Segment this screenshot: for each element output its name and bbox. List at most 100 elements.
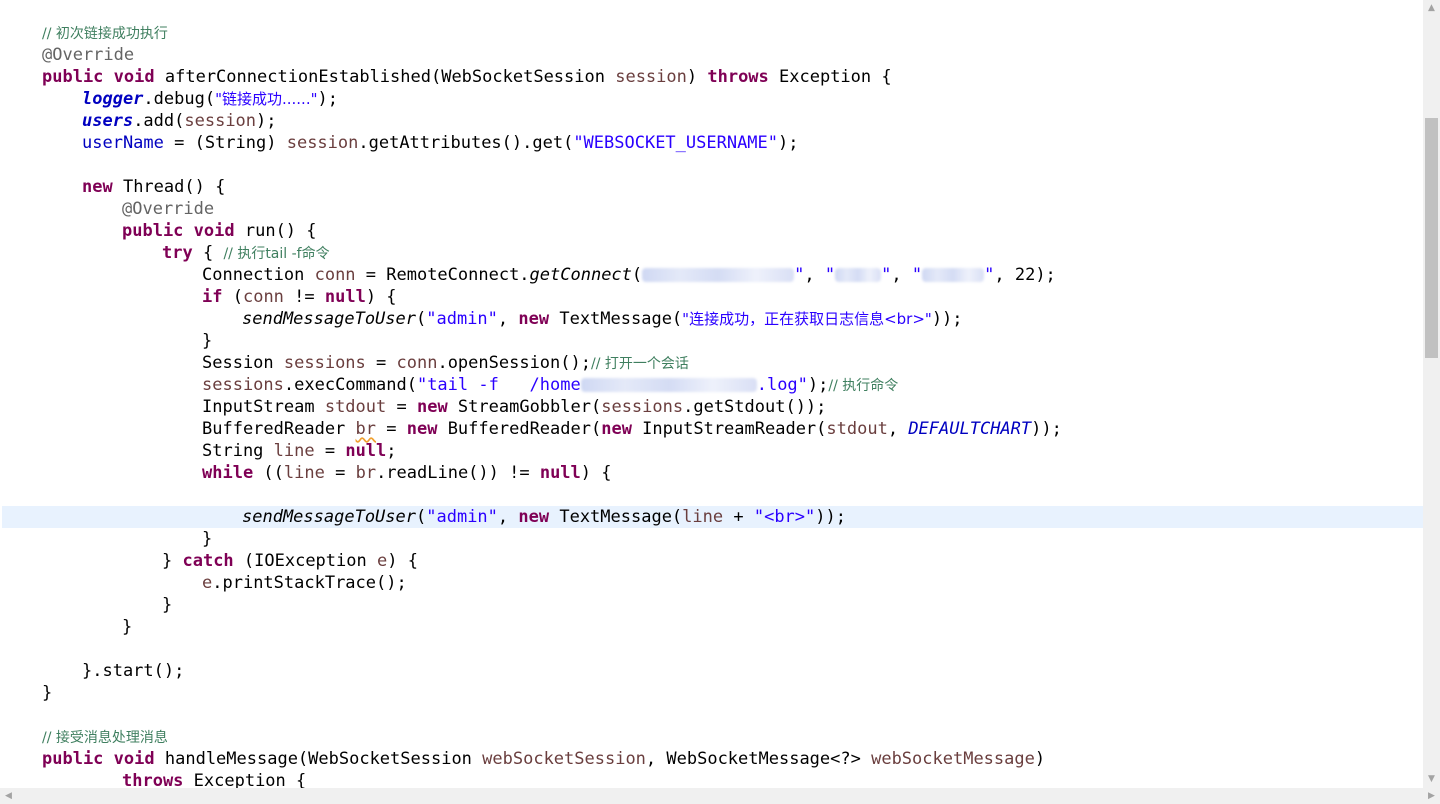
code-text: } bbox=[42, 683, 53, 703]
keyword: if bbox=[202, 287, 223, 307]
keyword: new bbox=[601, 419, 632, 439]
horizontal-scrollbar[interactable]: ◀ ▶ bbox=[0, 788, 1440, 804]
code-text: , bbox=[887, 419, 909, 439]
code-text: ) { bbox=[580, 463, 612, 483]
current-line-highlight[interactable]: sendMessageToUser("admin", new TextMessa… bbox=[2, 506, 1423, 528]
comment: // 执行命令 bbox=[828, 378, 899, 394]
comment: // 初次链接成功执行 bbox=[42, 26, 168, 42]
code-text: ( bbox=[222, 287, 243, 307]
code-line: new Thread() { bbox=[2, 176, 1423, 198]
local-variable-warning[interactable]: br bbox=[356, 419, 376, 439]
keyword: null bbox=[539, 463, 581, 483]
code-text: Session bbox=[202, 353, 284, 373]
code-text: Connection bbox=[202, 265, 315, 285]
keyword: public bbox=[42, 749, 104, 769]
code-line: if (conn != null) { bbox=[2, 286, 1423, 308]
keyword: null bbox=[324, 287, 366, 307]
comment: // 打开一个会话 bbox=[590, 356, 689, 372]
code-line: } bbox=[2, 330, 1423, 352]
code-line: } bbox=[2, 682, 1423, 704]
redacted-host bbox=[642, 268, 795, 282]
code-text: InputStream bbox=[202, 397, 325, 417]
keyword: void bbox=[113, 67, 155, 87]
code-text: )); bbox=[931, 309, 963, 329]
static-field: users bbox=[82, 111, 134, 131]
keyword: new bbox=[82, 177, 113, 197]
code-text: run() { bbox=[234, 221, 317, 241]
code-text: (IOException bbox=[233, 551, 377, 571]
code-line: } catch (IOException e) { bbox=[2, 550, 1423, 572]
string-quote: " bbox=[911, 265, 923, 285]
code-text: { bbox=[192, 243, 224, 263]
code-text: ( bbox=[416, 507, 427, 527]
parameter: webSocketSession bbox=[482, 749, 646, 769]
code-text: .readLine()) != bbox=[376, 463, 540, 483]
code-text: .getStdout()); bbox=[683, 397, 827, 417]
keyword: public bbox=[42, 67, 104, 87]
code-text: = RemoteConnect. bbox=[355, 265, 530, 285]
code-text: BufferedReader( bbox=[437, 419, 602, 439]
local-variable: sessions bbox=[283, 353, 366, 373]
code-line: Session sessions = conn.openSession();//… bbox=[2, 352, 1423, 374]
parameter: webSocketMessage bbox=[871, 749, 1035, 769]
code-line: InputStream stdout = new StreamGobbler(s… bbox=[2, 396, 1423, 418]
vertical-scroll-thumb[interactable] bbox=[1425, 118, 1438, 358]
code-line: BufferedReader br = new BufferedReader(n… bbox=[2, 418, 1423, 440]
code-text: , bbox=[497, 309, 519, 329]
code-text: ) { bbox=[365, 287, 397, 307]
code-text: TextMessage( bbox=[549, 507, 683, 527]
code-text: .openSession(); bbox=[437, 353, 591, 373]
code-text: ); bbox=[778, 133, 799, 153]
code-line: try { // 执行tail -f命令 bbox=[2, 242, 1423, 264]
string-quote: " bbox=[824, 265, 836, 285]
redacted-password bbox=[922, 268, 985, 282]
method-name: afterConnectionEstablished(WebSocketSess… bbox=[164, 67, 616, 87]
keyword: throws bbox=[122, 771, 184, 788]
string-quote: " bbox=[794, 265, 805, 285]
string-literal: "admin" bbox=[426, 309, 498, 329]
local-variable: line bbox=[273, 441, 315, 461]
code-line: e.printStackTrace(); bbox=[2, 572, 1423, 594]
local-variable: conn bbox=[396, 353, 438, 373]
string-literal: .log" bbox=[756, 375, 808, 395]
code-text: ); bbox=[256, 111, 277, 131]
code-line: sendMessageToUser("admin", new TextMessa… bbox=[2, 308, 1423, 330]
keyword: new bbox=[406, 419, 438, 439]
keyword: throws bbox=[707, 67, 769, 87]
code-text: = bbox=[365, 353, 397, 373]
code-text: = (String) bbox=[163, 133, 287, 153]
keyword: null bbox=[345, 441, 387, 461]
string-literal: "链接成功......" bbox=[215, 90, 318, 108]
code-line: public void handleMessage(WebSocketSessi… bbox=[2, 748, 1423, 770]
keyword: public bbox=[122, 221, 184, 241]
vertical-scrollbar[interactable]: ▲ ▼ bbox=[1423, 0, 1440, 788]
code-line: } bbox=[2, 616, 1423, 638]
code-text: TextMessage( bbox=[549, 309, 683, 329]
code-line: // 初次链接成功执行 bbox=[2, 22, 1423, 44]
code-text: InputStreamReader( bbox=[631, 419, 827, 439]
local-variable: sessions bbox=[202, 375, 284, 395]
scroll-right-icon[interactable]: ▶ bbox=[1423, 788, 1440, 804]
local-variable: stdout bbox=[324, 397, 387, 417]
code-text: .printStackTrace(); bbox=[212, 573, 407, 593]
code-text: } bbox=[202, 331, 213, 351]
scroll-down-icon[interactable]: ▼ bbox=[1423, 771, 1440, 788]
scroll-up-icon[interactable]: ▲ bbox=[1423, 0, 1440, 17]
annotation: @Override bbox=[122, 199, 215, 219]
code-line: } bbox=[2, 528, 1423, 550]
code-text: )); bbox=[815, 507, 846, 527]
string-literal: "tail -f /home bbox=[416, 375, 581, 395]
local-variable: br bbox=[355, 463, 377, 483]
scroll-left-icon[interactable]: ◀ bbox=[0, 788, 17, 804]
code-text: Thread() { bbox=[112, 177, 226, 197]
local-variable: conn bbox=[314, 265, 356, 285]
code-editor[interactable]: // 初次链接成功执行 @Override public void afterC… bbox=[0, 0, 1423, 788]
annotation: @Override bbox=[42, 45, 135, 65]
code-text: } bbox=[162, 595, 173, 615]
code-text: String bbox=[202, 441, 274, 461]
code-line: throws Exception { bbox=[2, 770, 1423, 788]
code-line: logger.debug("链接成功......"); bbox=[2, 88, 1423, 110]
code-text: Exception { bbox=[768, 67, 892, 87]
code-line: public void afterConnectionEstablished(W… bbox=[2, 66, 1423, 88]
code-text: ( bbox=[631, 265, 643, 285]
